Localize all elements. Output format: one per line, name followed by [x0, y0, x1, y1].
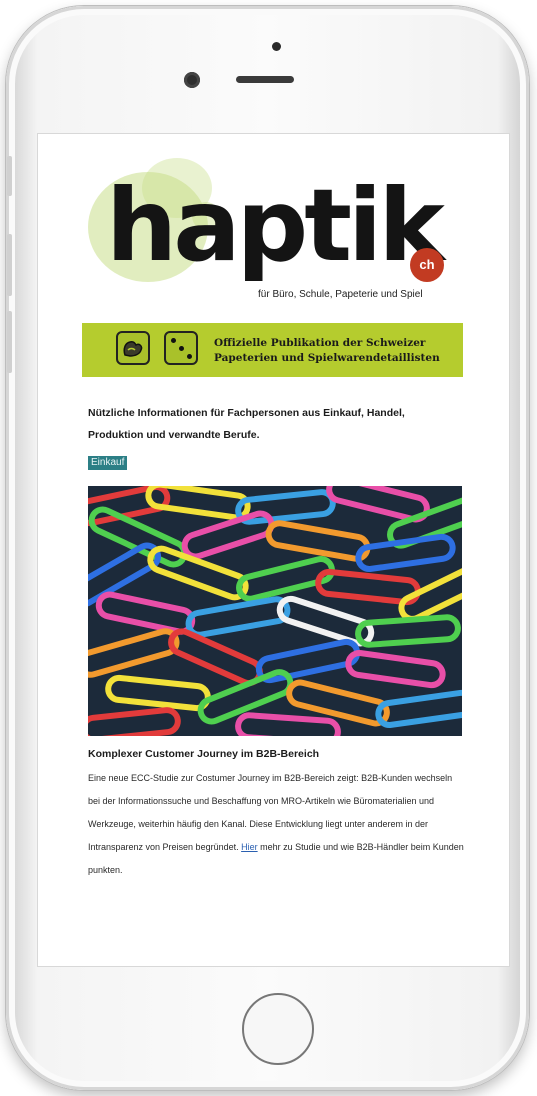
paperclips-illustration — [88, 486, 462, 736]
front-camera — [184, 72, 200, 88]
gloves-icon — [116, 331, 150, 365]
article-link[interactable]: Hier — [241, 842, 258, 852]
haptik-logo: haptik ch für Büro, Schule, Papeterie un… — [82, 158, 463, 312]
article-text: Eine neue ECC-Studie zur Costumer Journe… — [88, 773, 453, 852]
banner-text: Offizielle Publikation der Schweizer Pap… — [214, 336, 440, 366]
home-button[interactable] — [242, 993, 314, 1065]
logo-ch-badge: ch — [410, 248, 444, 282]
publication-banner: Offizielle Publikation der Schweizer Pap… — [82, 323, 463, 377]
paperclips-image[interactable] — [88, 486, 462, 736]
category-tag[interactable]: Einkauf — [88, 456, 128, 470]
mute-switch — [7, 156, 12, 196]
phone-screen: haptik ch für Büro, Schule, Papeterie un… — [37, 133, 510, 967]
proximity-sensor — [272, 42, 281, 51]
volume-up-button — [7, 234, 12, 296]
logo-wordmark: haptik — [106, 167, 445, 284]
banner-line-2: Papeterien und Spielwarendetaillisten — [214, 352, 440, 364]
article-body: Eine neue ECC-Studie zur Costumer Journe… — [88, 767, 464, 882]
article-title[interactable]: Komplexer Customer Journey im B2B-Bereic… — [88, 748, 319, 760]
logo-tagline: für Büro, Schule, Papeterie und Spiel — [258, 289, 423, 300]
dice-icon — [164, 331, 198, 365]
banner-line-1: Offizielle Publikation der Schweizer — [214, 337, 426, 349]
intro-text: Nützliche Informationen für Fachpersonen… — [88, 407, 405, 441]
earpiece-speaker — [236, 76, 294, 83]
volume-down-button — [7, 311, 12, 373]
